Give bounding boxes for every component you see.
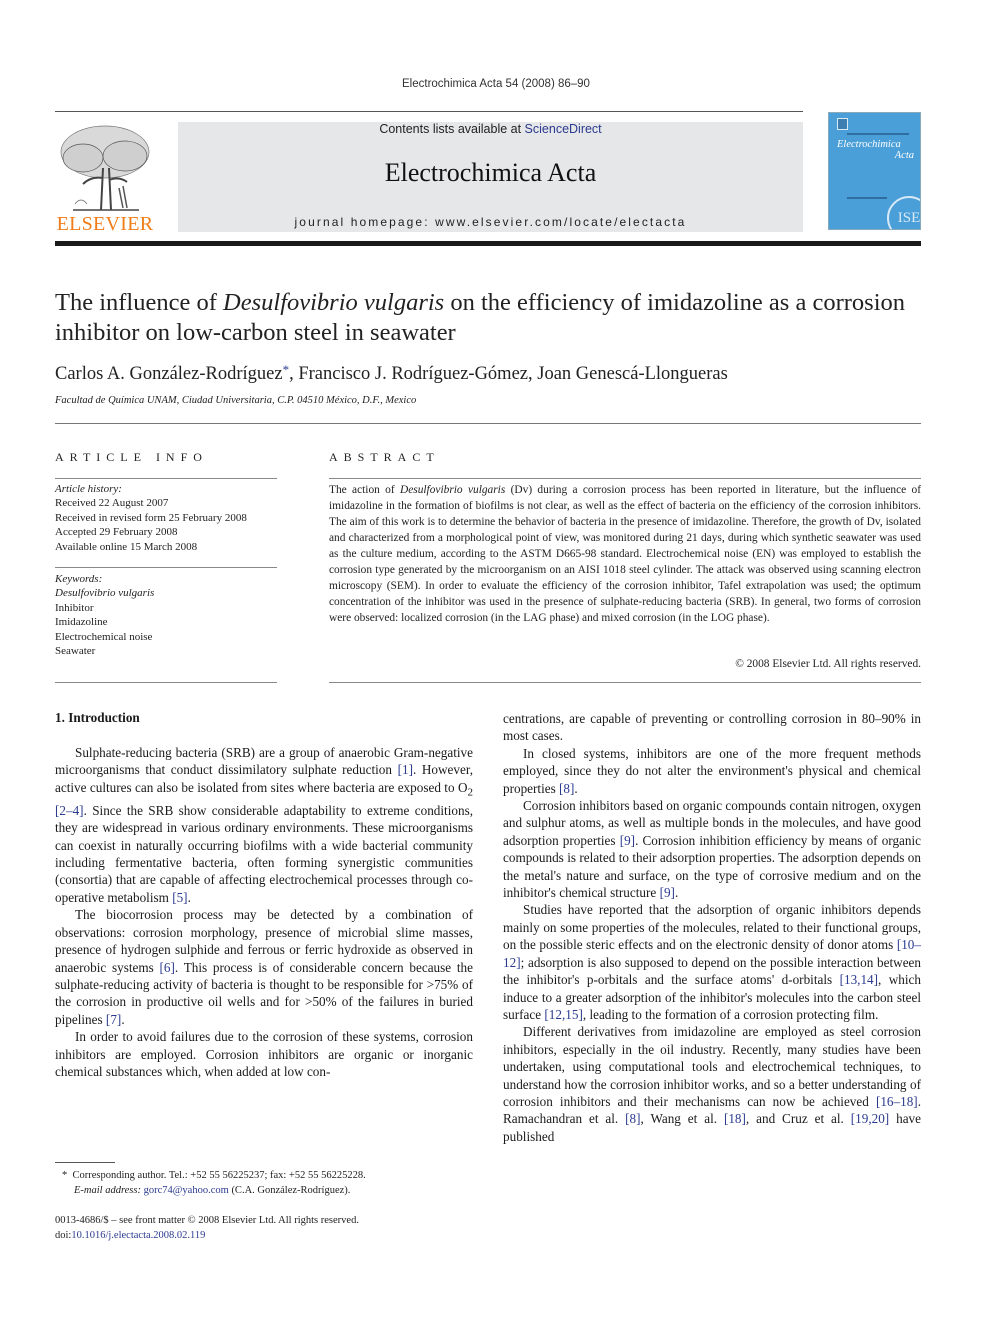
cover-title-line2: Acta xyxy=(894,150,914,161)
section-rule xyxy=(329,682,921,683)
email-suffix: (C.A. González-Rodríguez). xyxy=(228,1184,351,1196)
history-item: Available online 15 March 2008 xyxy=(55,540,198,553)
journal-homepage[interactable]: journal homepage: www.elsevier.com/locat… xyxy=(178,215,803,229)
contents-line: Contents lists available at ScienceDirec… xyxy=(178,122,803,136)
footnote-rule xyxy=(55,1162,115,1163)
citation-link[interactable]: [18] xyxy=(724,1111,746,1126)
section-heading-introduction: 1. Introduction xyxy=(55,710,140,725)
author-list: Carlos A. González-Rodríguez*, Francisco… xyxy=(55,362,925,385)
cover-title-line1: Electrochimica xyxy=(837,139,901,150)
citation-link[interactable]: [13,14] xyxy=(840,972,878,987)
citation-link[interactable]: [8] xyxy=(625,1111,640,1126)
history-item: Received 22 August 2007 xyxy=(55,497,169,510)
footnote-contact: Corresponding author. Tel.: +52 55 56225… xyxy=(72,1170,366,1181)
article-title: The influence of Desulfovibrio vulgaris … xyxy=(55,288,925,348)
running-head: Electrochimica Acta 54 (2008) 86–90 xyxy=(402,78,590,90)
journal-cover-thumbnail: Electrochimica Acta ISE xyxy=(828,112,921,230)
citation-link[interactable]: [8] xyxy=(559,781,574,796)
author-name: Carlos A. González-Rodríguez xyxy=(55,364,283,384)
citation-link[interactable]: [1] xyxy=(398,762,413,777)
doi-link[interactable]: 10.1016/j.electacta.2008.02.119 xyxy=(71,1230,205,1241)
body-column-right: centrations, are capable of preventing o… xyxy=(503,710,921,1145)
citation-link[interactable]: [19,20] xyxy=(851,1111,889,1126)
corresponding-author-footnote: * Corresponding author. Tel.: +52 55 562… xyxy=(62,1169,482,1198)
article-info-heading: ARTICLE INFO xyxy=(55,450,208,464)
citation-link[interactable]: [10–12] xyxy=(503,937,921,969)
top-rule xyxy=(55,111,803,112)
paragraph: In order to avoid failures due to the co… xyxy=(55,1029,473,1079)
affiliation: Facultad de Química UNAM, Ciudad Univers… xyxy=(55,395,417,406)
section-rule xyxy=(55,567,277,568)
section-rule xyxy=(55,682,277,683)
front-matter: 0013-4686/$ – see front matter © 2008 El… xyxy=(55,1214,485,1243)
cover-title: Electrochimica Acta xyxy=(837,139,914,161)
cover-publisher-icon xyxy=(837,118,848,130)
citation-link[interactable]: [9] xyxy=(620,833,635,848)
history-item: Received in revised form 25 February 200… xyxy=(55,511,247,524)
keywords-label: Keywords: xyxy=(55,573,103,585)
citation-link[interactable]: [5] xyxy=(172,890,187,905)
title-text: The influence of xyxy=(55,289,224,316)
elsevier-wordmark: ELSEVIER xyxy=(56,213,154,235)
cover-decoration-line xyxy=(847,197,887,199)
abstract-body: The action of Desulfovibrio vulgaris (Dv… xyxy=(329,482,921,626)
author-separator: , xyxy=(528,364,538,384)
ise-society-badge-icon: ISE xyxy=(887,196,920,229)
footnote-mark: * xyxy=(62,1170,68,1181)
journal-name: Electrochimica Acta xyxy=(384,158,597,187)
keyword: Inhibitor xyxy=(55,601,94,614)
keyword: Imidazoline xyxy=(55,616,108,629)
citation-link[interactable]: [9] xyxy=(660,885,675,900)
abstract-copyright: © 2008 Elsevier Ltd. All rights reserved… xyxy=(735,658,921,670)
cover-decoration-line xyxy=(847,133,909,135)
citation-link[interactable]: [2–4] xyxy=(55,803,84,818)
subscript: 2 xyxy=(467,786,474,799)
section-rule xyxy=(55,423,921,424)
abstract-text: (Dv) during a corrosion process has been… xyxy=(329,484,921,624)
history-item: Accepted 29 February 2008 xyxy=(55,526,178,539)
keyword: Seawater xyxy=(55,645,96,658)
issn-line: 0013-4686/$ – see front matter © 2008 El… xyxy=(55,1215,359,1226)
author-separator: , xyxy=(289,364,299,384)
contents-prefix: Contents lists available at xyxy=(379,122,525,136)
paragraph: Different derivatives from imidazoline a… xyxy=(503,1024,921,1144)
abstract-species: Desulfovibrio vulgaris xyxy=(399,484,506,496)
citation-link[interactable]: [12,15] xyxy=(544,1007,582,1022)
citation-link[interactable]: [7] xyxy=(106,1012,121,1027)
paragraph: Sulphate-reducing bacteria (SRB) are a g… xyxy=(55,745,474,905)
author-name: Francisco J. Rodríguez-Gómez xyxy=(298,364,528,384)
paragraph: In closed systems, inhibitors are one of… xyxy=(503,745,921,796)
citation-link[interactable]: [6] xyxy=(160,960,175,975)
body-column-left: Sulphate-reducing bacteria (SRB) are a g… xyxy=(55,744,473,1080)
email-label: E-mail address: xyxy=(74,1184,144,1196)
doi-prefix: doi: xyxy=(55,1229,72,1241)
paragraph: centrations, are capable of preventing o… xyxy=(503,711,921,744)
paragraph: Corrosion inhibitors based on organic co… xyxy=(503,798,922,901)
abstract-text: The action of xyxy=(329,484,400,496)
email-link[interactable]: gorc74@yahoo.com xyxy=(144,1185,229,1196)
section-rule xyxy=(329,478,921,479)
abstract-heading: ABSTRACT xyxy=(329,450,440,464)
title-italic-species: Desulfovibrio vulgaris xyxy=(223,289,445,316)
keyword: Electrochemical noise xyxy=(55,630,153,643)
citation-link[interactable]: [16–18] xyxy=(876,1094,918,1109)
paragraph: The biocorrosion process may be detected… xyxy=(55,907,473,1027)
keyword: Desulfovibrio vulgaris xyxy=(55,587,155,600)
author-name: Joan Genescá-Llongueras xyxy=(537,364,728,384)
sciencedirect-link[interactable]: ScienceDirect xyxy=(525,122,602,136)
keywords: Keywords: Desulfovibrio vulgaris Inhibit… xyxy=(55,572,277,658)
article-history: Article history: Received 22 August 2007… xyxy=(55,482,277,554)
paragraph: Studies have reported that the adsorptio… xyxy=(503,902,921,1022)
section-rule xyxy=(55,478,277,479)
history-label: Article history: xyxy=(55,483,122,495)
journal-banner: Contents lists available at ScienceDirec… xyxy=(178,122,803,232)
header-thick-rule xyxy=(55,241,921,246)
